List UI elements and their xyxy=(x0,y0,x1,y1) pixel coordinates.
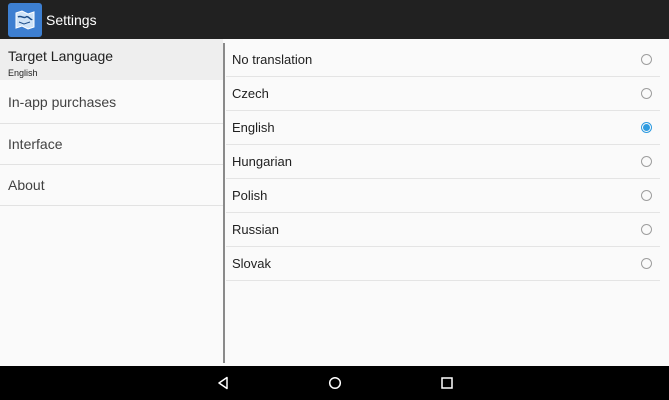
language-option-label: Slovak xyxy=(232,256,272,271)
page-title: Settings xyxy=(46,11,97,28)
radio-dot xyxy=(643,124,650,131)
language-option-russian[interactable]: Russian xyxy=(226,213,660,247)
sidebar-item-label: In-app purchases xyxy=(8,93,117,110)
language-option-label: Russian xyxy=(232,222,279,237)
language-radio-list: No translation Czech English Hungarian P… xyxy=(226,43,660,363)
radio-button[interactable] xyxy=(641,88,652,99)
radio-button[interactable] xyxy=(641,224,652,235)
map-app-glyph xyxy=(15,9,35,30)
sidebar-item-in-app-purchases[interactable]: In-app purchases xyxy=(0,80,223,124)
language-option-hungarian[interactable]: Hungarian xyxy=(226,145,660,179)
recents-button[interactable] xyxy=(427,366,467,400)
radio-button[interactable] xyxy=(641,54,652,65)
back-triangle-icon xyxy=(217,376,228,390)
language-option-label: Hungarian xyxy=(232,154,292,169)
radio-button[interactable] xyxy=(641,156,652,167)
action-bar: Settings xyxy=(0,0,669,39)
sidebar-item-target-language[interactable]: Target Language English xyxy=(0,39,223,80)
radio-button-checked[interactable] xyxy=(641,122,652,133)
language-option-no-translation[interactable]: No translation xyxy=(226,43,660,77)
language-option-label: No translation xyxy=(232,52,313,67)
map-app-icon[interactable] xyxy=(8,2,42,37)
language-option-polish[interactable]: Polish xyxy=(226,179,660,213)
sidebar-item-interface[interactable]: Interface xyxy=(0,124,223,165)
language-option-label: Polish xyxy=(232,188,268,203)
radio-button[interactable] xyxy=(641,258,652,269)
system-nav-bar xyxy=(0,366,669,400)
target-language-summary: English xyxy=(8,68,38,78)
recents-square-icon xyxy=(440,377,453,389)
radio-button[interactable] xyxy=(641,190,652,201)
language-option-label: Czech xyxy=(232,86,269,101)
sidebar-item-label: About xyxy=(8,177,45,193)
target-language-title: Target Language xyxy=(8,48,114,64)
language-option-czech[interactable]: Czech xyxy=(226,77,660,111)
settings-headers-list: Target Language English In-app purchases… xyxy=(0,39,223,366)
sidebar-item-about[interactable]: About xyxy=(0,165,223,206)
home-circle-icon xyxy=(328,376,341,390)
settings-screen: Settings Target Language English In-app … xyxy=(0,0,669,400)
back-button[interactable] xyxy=(203,366,243,400)
sidebar-item-label: Interface xyxy=(8,136,63,152)
language-option-english[interactable]: English xyxy=(226,111,660,145)
language-option-slovak[interactable]: Slovak xyxy=(226,247,660,281)
home-button[interactable] xyxy=(315,366,355,400)
pane-divider xyxy=(223,43,225,363)
language-option-label: English xyxy=(232,120,275,135)
